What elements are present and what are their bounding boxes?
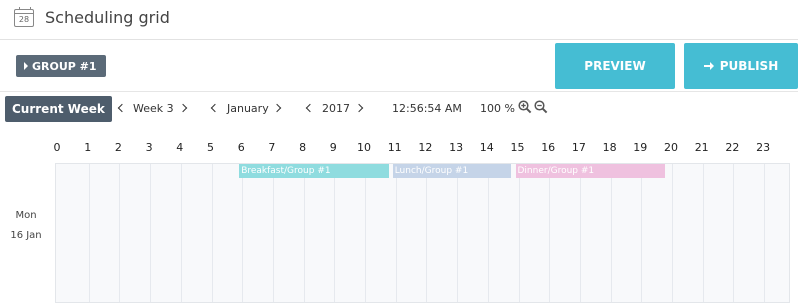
- hour-label: 20: [664, 141, 678, 154]
- month-next-icon[interactable]: [272, 103, 282, 113]
- page-title: Scheduling grid: [45, 8, 170, 27]
- hour-column-line: [549, 164, 551, 302]
- hour-label: 23: [756, 141, 771, 154]
- row-date-label: 16 Jan: [10, 230, 42, 241]
- hour-column-line: [395, 164, 397, 302]
- hour-label: 11: [387, 141, 402, 154]
- hour-column-line: [518, 164, 520, 302]
- hour-column-line: [764, 164, 766, 302]
- month-prev-icon[interactable]: [210, 103, 220, 113]
- shift-block[interactable]: Dinner/Group #1: [515, 164, 665, 178]
- hour-column-line: [119, 164, 121, 302]
- hour-column-line: [303, 164, 305, 302]
- calendar-icon-day: 28: [18, 15, 30, 24]
- publish-button[interactable]: PUBLISH: [684, 43, 798, 89]
- year-prev-icon[interactable]: [305, 103, 315, 113]
- month-label: January: [227, 102, 269, 115]
- calendar-icon: 28: [14, 7, 34, 27]
- hour-label: 14: [479, 141, 494, 154]
- hour-column-line: [150, 164, 152, 302]
- hour-label: 7: [268, 141, 276, 154]
- hour-column-line: [641, 164, 643, 302]
- hour-label: 22: [725, 141, 740, 154]
- week-label: Week 3: [133, 102, 174, 115]
- hour-column-line: [672, 164, 673, 302]
- hour-column-line: [334, 164, 336, 302]
- hour-column-line: [180, 164, 182, 302]
- preview-button-label: PREVIEW: [584, 59, 646, 73]
- hour-label: 1: [84, 141, 92, 154]
- group-selector-button[interactable]: GROUP #1: [16, 55, 106, 77]
- hour-label: 6: [237, 141, 245, 154]
- date-navigation: Current Week Week 3 January 2017 12:56:5…: [0, 92, 798, 128]
- year-label: 2017: [322, 102, 350, 115]
- hour-column-line: [88, 164, 90, 302]
- week-next-icon[interactable]: [178, 103, 188, 113]
- hour-label: 21: [694, 141, 709, 154]
- publish-button-label: PUBLISH: [719, 59, 779, 73]
- scheduling-grid[interactable]: [55, 163, 790, 303]
- week-prev-icon[interactable]: [117, 103, 127, 113]
- hour-column-line: [733, 164, 735, 302]
- hour-label: 5: [207, 141, 214, 154]
- current-week-button[interactable]: Current Week: [5, 96, 112, 122]
- row-day-label: Mon: [15, 210, 37, 221]
- hour-label: 19: [633, 141, 648, 154]
- hour-column-line: [365, 164, 366, 302]
- shift-block[interactable]: Lunch/Group #1: [392, 164, 512, 178]
- hour-label: 18: [602, 141, 617, 154]
- hour-column-line: [457, 164, 459, 302]
- hour-label: 9: [329, 141, 337, 154]
- hour-column-line: [702, 164, 704, 302]
- clock-time: 12:56:54 AM: [392, 102, 462, 115]
- hour-label: 15: [510, 141, 525, 154]
- zoom-level: 100 %: [480, 102, 515, 115]
- hour-column-line: [610, 164, 612, 302]
- arrow-right-icon: [703, 61, 714, 71]
- shift-block[interactable]: Breakfast/Group #1: [239, 164, 389, 178]
- app-header: 28 Scheduling grid: [0, 0, 798, 40]
- hour-label: 2: [114, 141, 122, 154]
- toolbar: GROUP #1 PREVIEW PUBLISH: [0, 40, 798, 92]
- hour-column-line: [487, 164, 489, 302]
- zoom-out-icon[interactable]: [534, 100, 548, 114]
- hour-column-line: [426, 164, 428, 302]
- hour-column-line: [211, 164, 213, 302]
- hour-label: 12: [418, 141, 433, 154]
- hour-column-line: [579, 164, 581, 302]
- hour-column-line: [242, 164, 244, 302]
- hour-label: 0: [53, 141, 61, 154]
- hour-column-line: [272, 164, 274, 302]
- hour-label: 17: [571, 141, 586, 154]
- caret-right-icon: [24, 62, 28, 70]
- hour-label: 10: [357, 141, 371, 154]
- hour-label: 8: [299, 141, 307, 154]
- group-selector-label: GROUP #1: [32, 59, 97, 73]
- preview-button[interactable]: PREVIEW: [555, 43, 675, 89]
- scheduling-grid-area: Mon 16 Jan 0 1 2 3 4 5 6 7 8 9 10 11 12 13 14 15 16 17 18 1…: [0, 128, 798, 306]
- hour-label: 4: [176, 141, 184, 154]
- year-next-icon[interactable]: [354, 103, 364, 113]
- hour-label: 16: [541, 141, 556, 154]
- zoom-in-icon[interactable]: [518, 100, 532, 114]
- hour-label: 13: [449, 141, 464, 154]
- hour-label: 3: [145, 141, 153, 154]
